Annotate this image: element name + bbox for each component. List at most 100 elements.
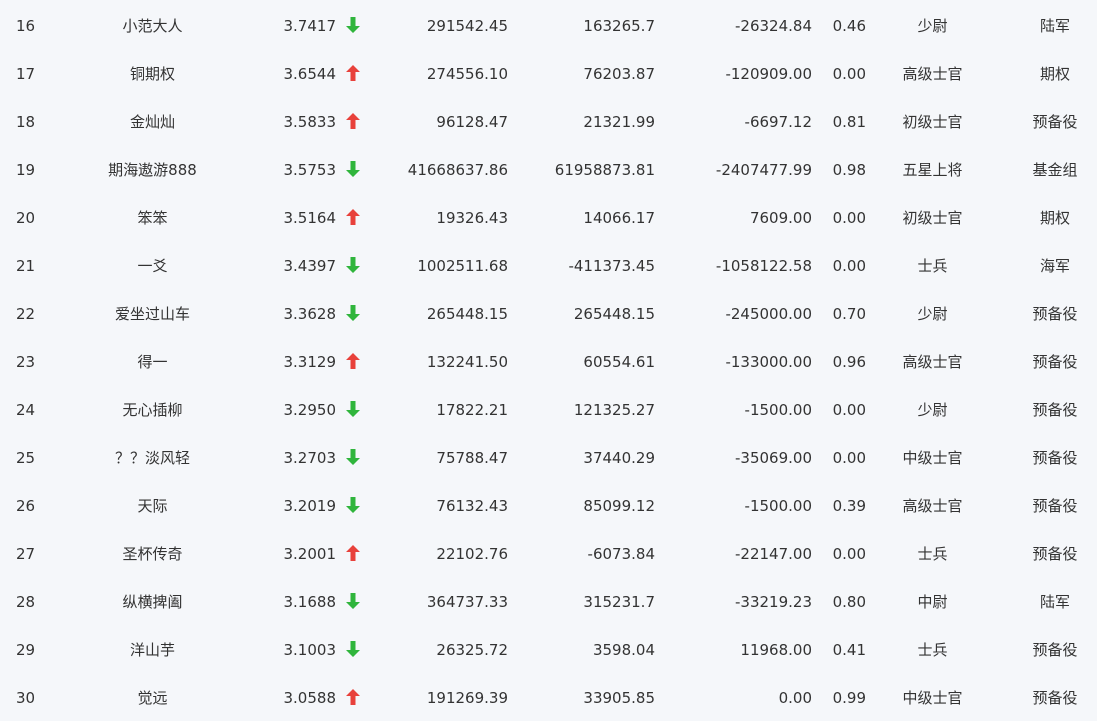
table-row: 19 期海遨游888 3.5753 41668637.86 61958873.8… [0,146,1097,194]
group-cell: 预备役 [1032,689,1078,707]
value3-cell: -120909.00 [725,65,812,83]
group-cell: 预备役 [1032,497,1078,515]
ranking-table: 16 小范大人 3.7417 291542.45 163265.7 -26324… [0,0,1097,721]
trader-name-cell: 铜期权 [129,65,175,83]
table-row: 16 小范大人 3.7417 291542.45 163265.7 -26324… [0,2,1097,50]
table-row: 27 圣杯传奇 3.2001 22102.76 -6073.84 -22147.… [0,530,1097,578]
arrow-down-icon [344,386,362,434]
level-cell: 士兵 [917,257,948,275]
arrow-up-icon [344,530,362,578]
value1-cell: 132241.50 [426,353,508,371]
group-cell: 预备役 [1032,449,1078,467]
arrow-down-icon [344,434,362,482]
rank-cell: 18 [16,113,36,131]
level-cell: 高级士官 [902,353,963,371]
group-cell: 海军 [1039,257,1070,275]
table-row: 23 得一 3.3129 132241.50 60554.61 -133000.… [0,338,1097,386]
group-cell: 期权 [1039,209,1070,227]
value3-cell: -35069.00 [735,449,812,467]
rate-cell: 0.98 [832,161,866,179]
trader-name-cell: 洋山芋 [129,641,175,659]
table-row: 29 洋山芋 3.1003 26325.72 3598.04 11968.00 … [0,626,1097,674]
group-cell: 预备役 [1032,545,1078,563]
trader-name-cell: ？？淡风轻 [114,449,190,467]
table-row: 28 纵横捭阖 3.1688 364737.33 315231.7 -33219… [0,578,1097,626]
value3-cell: -2407477.99 [715,161,812,179]
arrow-down-icon [344,290,362,338]
value1-cell: 364737.33 [426,593,508,611]
score-cell: 3.2019 [283,497,337,515]
score-cell: 3.6544 [283,65,337,83]
value2-cell: 61958873.81 [554,161,655,179]
group-cell: 预备役 [1032,401,1078,419]
value1-cell: 1002511.68 [417,257,508,275]
rank-cell: 19 [16,161,36,179]
group-cell: 期权 [1039,65,1070,83]
rate-cell: 0.00 [832,257,866,275]
value1-cell: 76132.43 [436,497,508,515]
group-cell: 预备役 [1032,641,1078,659]
value3-cell: -133000.00 [725,353,812,371]
rank-cell: 25 [16,449,36,467]
trader-name-cell: 一爻 [137,257,168,275]
trader-name-cell: 小范大人 [122,17,183,35]
rank-cell: 16 [16,17,36,35]
rank-cell: 28 [16,593,36,611]
rate-cell: 0.46 [832,17,866,35]
rate-cell: 0.00 [832,545,866,563]
level-cell: 中级士官 [902,449,963,467]
value2-cell: 33905.85 [583,689,655,707]
table-row: 17 铜期权 3.6544 274556.10 76203.87 -120909… [0,50,1097,98]
value3-cell: -245000.00 [725,305,812,323]
value1-cell: 96128.47 [436,113,508,131]
trader-name-cell: 爱坐过山车 [114,305,190,323]
rate-cell: 0.00 [832,449,866,467]
trader-name-cell: 圣杯传奇 [122,545,183,563]
rank-cell: 21 [16,257,36,275]
score-cell: 3.3129 [283,353,337,371]
score-cell: 3.2703 [283,449,337,467]
value2-cell: 76203.87 [583,65,655,83]
table-row: 22 爱坐过山车 3.3628 265448.15 265448.15 -245… [0,290,1097,338]
value1-cell: 22102.76 [436,545,508,563]
value3-cell: -33219.23 [735,593,812,611]
group-cell: 陆军 [1039,593,1070,611]
value1-cell: 274556.10 [426,65,508,83]
rank-cell: 30 [16,689,36,707]
score-cell: 3.1003 [283,641,337,659]
rate-cell: 0.00 [832,65,866,83]
table-row: 24 无心插柳 3.2950 17822.21 121325.27 -1500.… [0,386,1097,434]
score-cell: 3.2950 [283,401,337,419]
level-cell: 中级士官 [902,689,963,707]
value1-cell: 41668637.86 [407,161,508,179]
arrow-down-icon [344,146,362,194]
rank-cell: 22 [16,305,36,323]
value1-cell: 26325.72 [436,641,508,659]
arrow-down-icon [344,2,362,50]
value1-cell: 191269.39 [426,689,508,707]
rank-cell: 24 [16,401,36,419]
level-cell: 五星上将 [902,161,963,179]
score-cell: 3.1688 [283,593,337,611]
level-cell: 初级士官 [902,209,963,227]
arrow-up-icon [344,50,362,98]
trader-name-cell: 觉远 [137,689,168,707]
rate-cell: 0.96 [832,353,866,371]
value2-cell: 85099.12 [583,497,655,515]
level-cell: 士兵 [917,641,948,659]
trader-name-cell: 纵横捭阖 [122,593,183,611]
rank-cell: 23 [16,353,36,371]
table-row: 18 金灿灿 3.5833 96128.47 21321.99 -6697.12… [0,98,1097,146]
level-cell: 士兵 [917,545,948,563]
group-cell: 基金组 [1032,161,1078,179]
value3-cell: -1500.00 [744,497,812,515]
arrow-down-icon [344,626,362,674]
value1-cell: 19326.43 [436,209,508,227]
arrow-up-icon [344,194,362,242]
level-cell: 少尉 [917,305,948,323]
arrow-up-icon [344,338,362,386]
score-cell: 3.5833 [283,113,337,131]
rate-cell: 0.39 [832,497,866,515]
value3-cell: 11968.00 [740,641,812,659]
table-row: 21 一爻 3.4397 1002511.68 -411373.45 -1058… [0,242,1097,290]
